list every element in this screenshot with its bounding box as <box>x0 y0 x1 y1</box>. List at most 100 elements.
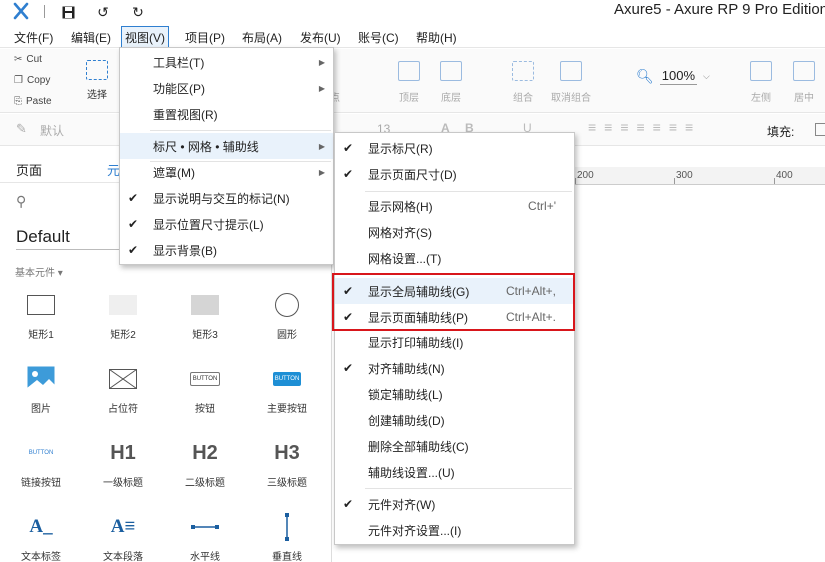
undo-icon[interactable]: ↺ <box>93 2 113 22</box>
chevron-right-icon: ▶ <box>318 167 325 177</box>
ungroup-button[interactable]: 取消组合 <box>551 61 591 104</box>
send-back-icon <box>440 61 462 81</box>
title-bar: ↺ ↻ Axure5 - Axure RP 9 Pro Edition <box>0 0 825 24</box>
menu-edit[interactable]: 编辑(E) <box>67 28 115 47</box>
redo-icon[interactable]: ↻ <box>128 2 148 22</box>
library-underline <box>16 249 120 250</box>
save-icon[interactable] <box>58 2 78 22</box>
align-text-icon[interactable]: ≡≡≡≡≡≡≡ <box>588 119 701 135</box>
menu-item-widget-snap-settings[interactable]: 元件对齐设置...(I) <box>335 517 574 543</box>
widget-group-header[interactable]: 基本元件 ▾ <box>15 264 63 279</box>
chevron-right-icon: ▶ <box>318 83 325 93</box>
window-title: Axure5 - Axure RP 9 Pro Edition <box>614 1 825 18</box>
widget-primary-button[interactable]: BUTTON 主要按钮 <box>252 364 322 415</box>
menu-item-snap-to-widgets[interactable]: ✔ 元件对齐(W) <box>335 491 574 517</box>
menu-item-show-grid[interactable]: 显示网格(H) Ctrl+' <box>335 193 574 219</box>
style-select[interactable]: 默认 <box>40 122 64 139</box>
widget-heading2[interactable]: H2 二级标题 <box>170 438 240 490</box>
widget-placeholder[interactable]: 占位符 <box>88 364 158 415</box>
menu-item-snap-to-grid[interactable]: 网格对齐(S) <box>335 219 574 245</box>
rectangle-icon <box>191 290 219 320</box>
menu-publish[interactable]: 发布(U) <box>296 28 345 47</box>
menu-item-ruler-grid-guides[interactable]: 标尺 • 网格 • 辅助线 ▶ <box>120 133 333 159</box>
zoom-value: 100% <box>659 68 698 85</box>
menu-account[interactable]: 账号(C) <box>354 28 403 47</box>
menu-item-show-ruler[interactable]: ✔ 显示标尺(R) <box>335 135 574 161</box>
menu-layout[interactable]: 布局(A) <box>238 28 286 47</box>
text-label-icon: A_ <box>29 516 53 537</box>
widget-heading1[interactable]: H1 一级标题 <box>88 438 158 490</box>
menu-item-show-notes[interactable]: ✔ 显示说明与交互的标记(N) <box>120 185 333 211</box>
widget-horizontal-line[interactable]: 水平线 <box>170 512 240 562</box>
align-left-button[interactable]: 左侧 <box>750 61 772 104</box>
chevron-right-icon: ▶ <box>318 57 325 67</box>
heading1-icon: H1 <box>110 441 136 464</box>
widget-text-label[interactable]: A_ 文本标签 <box>6 512 76 562</box>
check-icon: ✔ <box>343 361 354 375</box>
axure-logo-icon <box>13 2 29 20</box>
menu-item-reset-view[interactable]: 重置视图(R) <box>120 101 333 127</box>
paste-button[interactable]: ⎘ Paste <box>14 96 52 107</box>
paragraph-icon: A≡ <box>110 516 136 537</box>
widget-vertical-line[interactable]: 垂直线 <box>252 512 322 562</box>
widget-rectangle2[interactable]: 矩形2 <box>88 290 158 341</box>
view-menu: 工具栏(T) ▶ 功能区(P) ▶ 重置视图(R) 标尺 • 网格 • 辅助线 ▶ 遮… <box>119 47 334 265</box>
library-select[interactable]: Default <box>16 227 70 247</box>
menu-item-lock-guides[interactable]: 锁定辅助线(L) <box>335 381 574 407</box>
select-tool-button[interactable]: 选择 <box>86 60 108 101</box>
check-icon: ✔ <box>128 243 139 257</box>
heading2-icon: H2 <box>192 441 218 464</box>
align-center-button[interactable]: 居中 <box>793 61 815 104</box>
bring-to-front-button[interactable]: 顶层 <box>398 61 420 104</box>
widget-button[interactable]: BUTTON 按钮 <box>170 364 240 415</box>
menu-help[interactable]: 帮助(H) <box>412 28 461 47</box>
link-button-icon: BUTTON <box>28 450 54 456</box>
menu-item-toolbar[interactable]: 工具栏(T) ▶ <box>120 49 333 75</box>
zoom-control[interactable]: 🔍︎ 100% ⌵ <box>636 68 710 85</box>
widget-rectangle1[interactable]: 矩形1 <box>6 290 76 341</box>
image-icon <box>27 364 55 394</box>
menu-view[interactable]: 视图(V) <box>121 26 169 49</box>
fill-color-swatch[interactable] <box>815 123 825 136</box>
ruler-grid-guides-submenu: ✔ 显示标尺(R) ✔ 显示页面尺寸(D) 显示网格(H) Ctrl+' 网格对齐(S… <box>334 132 575 545</box>
copy-button[interactable]: ❐ Copy <box>14 75 50 86</box>
menu-item-guide-settings[interactable]: 辅助线设置...(U) <box>335 459 574 485</box>
select-icon <box>86 60 108 80</box>
widget-link-button[interactable]: BUTTON 链接按钮 <box>6 438 76 489</box>
widget-circle[interactable]: 圆形 <box>252 290 322 341</box>
primary-button-icon: BUTTON <box>272 364 302 394</box>
button-icon: BUTTON <box>189 364 221 394</box>
menu-item-show-page-size[interactable]: ✔ 显示页面尺寸(D) <box>335 161 574 187</box>
chevron-right-icon: ▶ <box>318 141 325 151</box>
menu-item-snap-to-guides[interactable]: ✔ 对齐辅助线(N) <box>335 355 574 381</box>
menu-item-show-background[interactable]: ✔ 显示背景(B) <box>120 237 333 263</box>
chevron-down-icon: ⌵ <box>703 71 710 81</box>
search-icon[interactable]: ⚲ <box>16 193 26 210</box>
menu-item-show-position-hint[interactable]: ✔ 显示位置尺寸提示(L) <box>120 211 333 237</box>
widget-paragraph[interactable]: A≡ 文本段落 <box>88 512 158 562</box>
menu-item-show-print-guides[interactable]: 显示打印辅助线(I) <box>335 329 574 355</box>
rectangle-icon <box>27 290 55 320</box>
heading3-icon: H3 <box>274 441 300 464</box>
circle-icon <box>275 290 299 320</box>
menu-item-grid-settings[interactable]: 网格设置...(T) <box>335 245 574 271</box>
menu-item-ribbon[interactable]: 功能区(P) ▶ <box>120 75 333 101</box>
widget-heading3[interactable]: H3 三级标题 <box>252 438 322 490</box>
tab-pages[interactable]: 页面 <box>16 160 42 179</box>
menu-project[interactable]: 项目(P) <box>181 28 229 47</box>
check-icon: ✔ <box>343 167 354 181</box>
cut-button[interactable]: ✂ Cut <box>14 54 42 65</box>
send-to-back-button[interactable]: 底层 <box>440 61 462 104</box>
menu-item-mask[interactable]: 遮罩(M) ▶ <box>120 159 333 185</box>
group-icon <box>512 61 534 81</box>
menu-item-create-guides[interactable]: 创建辅助线(D) <box>335 407 574 433</box>
menu-item-delete-all-guides[interactable]: 删除全部辅助线(C) <box>335 433 574 459</box>
align-center-icon <box>793 61 815 81</box>
group-button[interactable]: 组合 <box>512 61 534 104</box>
menu-file[interactable]: 文件(F) <box>10 28 57 47</box>
check-icon: ✔ <box>343 497 354 511</box>
copy-icon: ❐ <box>14 75 23 86</box>
widget-rectangle3[interactable]: 矩形3 <box>170 290 240 341</box>
widget-image[interactable]: 图片 <box>6 364 76 415</box>
rectangle-icon <box>109 290 137 320</box>
